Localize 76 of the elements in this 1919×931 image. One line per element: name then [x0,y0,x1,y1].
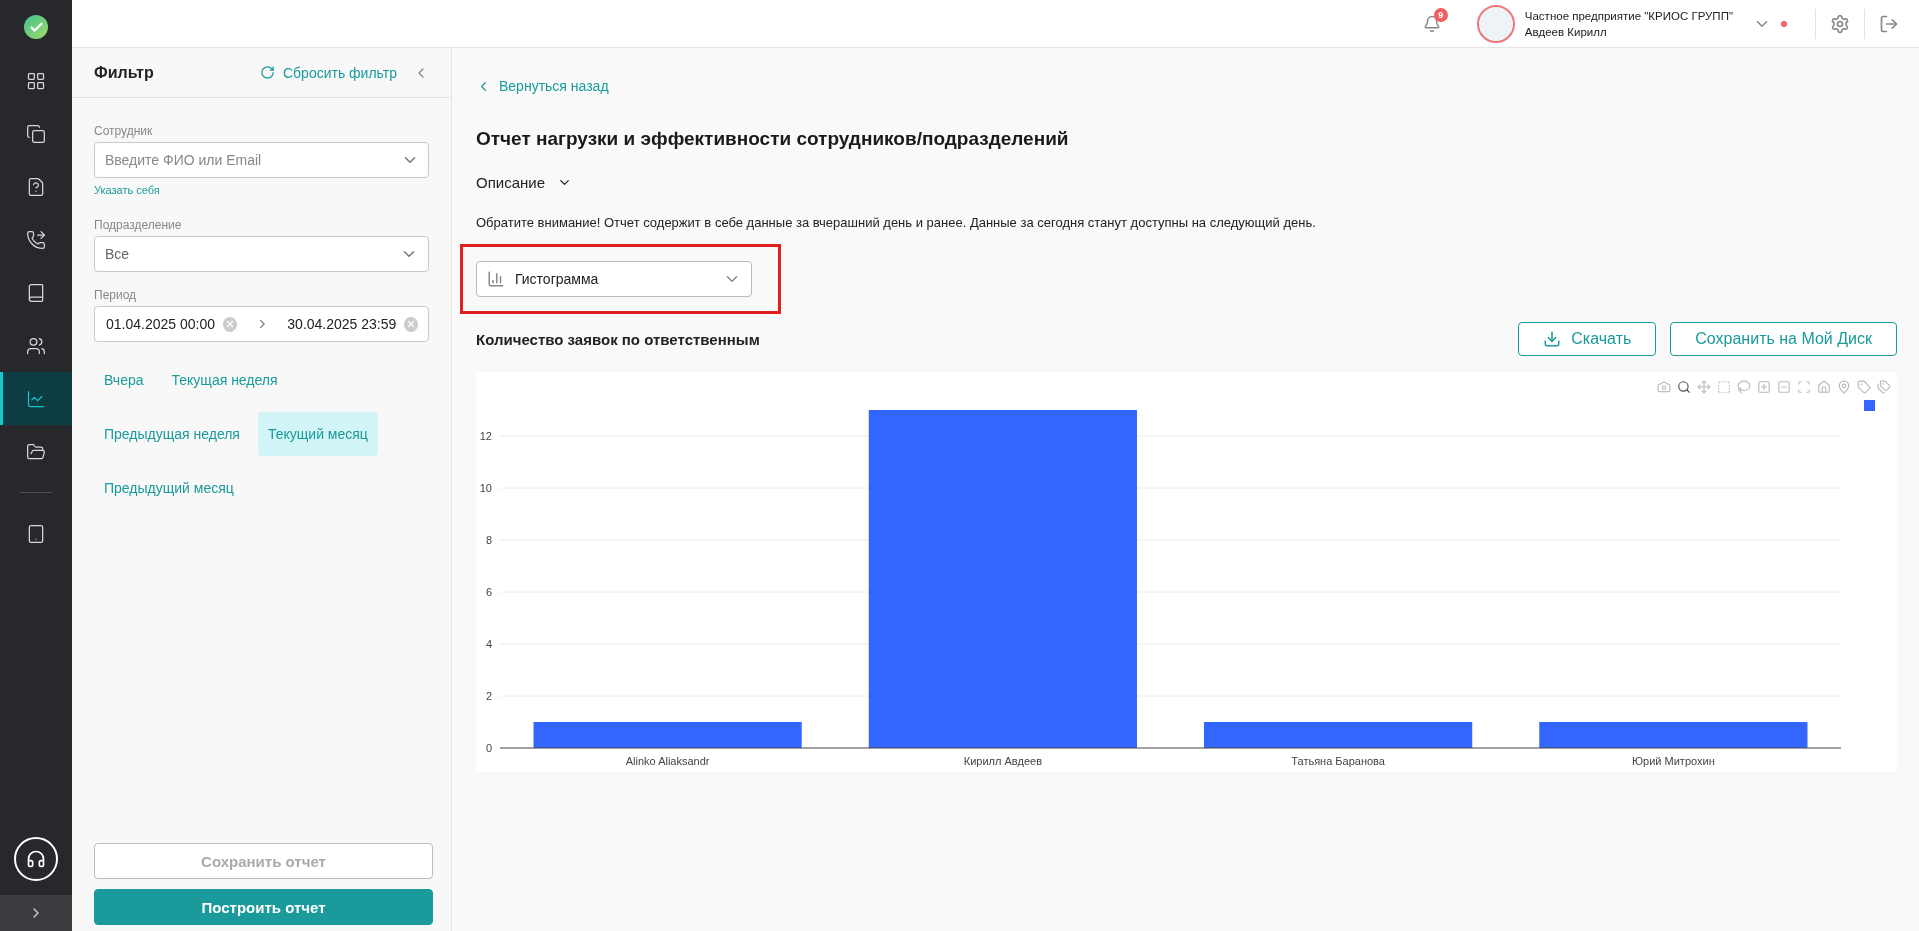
sidebar-item[interactable] [0,372,72,425]
box-select-icon[interactable] [1717,380,1731,394]
period-field[interactable]: 01.04.2025 00:00 30.04.2025 23:59 [94,306,429,342]
period-preset[interactable]: Текущая неделя [161,358,288,402]
notice-text: Обратите внимание! Отчет содержит в себе данные за вчерашний день и ранее. Данные за сегодня станут доступны на следующий день. [476,215,1317,230]
user-name: Авдеев Кирилл [1524,25,1608,38]
page-title: Отчет нагрузки и эффективности сотрудников/подразделений [476,128,1070,150]
save-to-disk-button[interactable]: Сохранить на Мой Диск [1670,322,1897,356]
chart-type-select[interactable]: Гистограмма [476,261,752,297]
headset-icon [26,849,46,869]
legend-swatch [1864,400,1875,411]
department-select[interactable]: Все [94,236,429,272]
filter-title: Фильтр [94,63,155,82]
support-button[interactable] [14,837,58,881]
bar-chart-icon [487,270,505,288]
back-link[interactable]: Вернуться назад [499,78,609,94]
logo[interactable] [24,15,48,39]
period-preset[interactable]: Предыдущая неделя [94,412,250,456]
lasso-icon[interactable] [1737,380,1751,394]
logout-icon[interactable] [1879,13,1899,34]
organization-name: Частное предприятие "КРИОС ГРУПП" [1524,9,1733,22]
spike-icon[interactable] [1837,380,1851,394]
x-tick-label: Татьяна Баранова [1291,755,1385,767]
reset-icon[interactable] [259,65,275,80]
y-tick-label: 10 [479,482,492,494]
y-tick-label: 4 [485,638,492,650]
y-tick-label: 0 [485,742,492,754]
chart-title: Количество заявок по ответственным [476,330,761,348]
field-label: Сотрудник [94,124,154,138]
period-preset[interactable]: Вчера [94,358,154,402]
clear-icon[interactable] [404,316,418,332]
folder-icon [26,441,46,462]
document-question-icon [26,176,46,197]
grid-icon [26,70,46,91]
period-preset[interactable]: Предыдущий месяц [94,466,244,510]
field-label: Подразделение [94,218,183,232]
y-tick-label: 8 [485,534,492,546]
settings-icon[interactable] [1830,13,1850,34]
tablet-icon [26,523,46,544]
period-preset[interactable]: Текущий месяц [257,412,378,456]
autoscale-icon[interactable] [1797,380,1811,394]
bar[interactable] [1539,722,1808,748]
download-button[interactable]: Скачать [1518,322,1657,356]
book-icon [26,282,46,303]
documents-icon [26,123,46,144]
description-toggle[interactable]: Описание [476,174,546,191]
employee-field[interactable]: Введите ФИО или Email [94,142,429,178]
clear-icon[interactable] [223,316,237,332]
x-tick-label: Кирилл Авдеев [963,755,1042,767]
camera-icon[interactable] [1657,380,1671,394]
self-link[interactable]: Указать себя [94,184,160,196]
bell-icon[interactable] [1422,14,1441,33]
pan-icon[interactable] [1697,380,1711,394]
tags-icon[interactable] [1877,380,1891,394]
tag-icon[interactable] [1857,380,1871,394]
zoom-icon[interactable] [1677,380,1691,394]
zoom-in-icon[interactable] [1757,380,1771,394]
bar[interactable] [1204,722,1473,748]
notification-count: 9 [1433,7,1448,22]
download-icon [1543,330,1562,348]
phone-icon [26,229,46,250]
home-icon[interactable] [1817,380,1831,394]
status-dot [1781,20,1787,27]
x-tick-label: Юрий Митрохин [1632,755,1715,767]
y-tick-label: 6 [485,586,492,598]
avatar[interactable] [1476,4,1515,43]
build-report-button[interactable]: Построить отчет [94,889,433,925]
y-tick-label: 2 [485,690,492,702]
x-tick-label: Alinko Aliaksandr [625,755,710,767]
reset-filter-link[interactable]: Сбросить фильтр [282,64,397,81]
zoom-out-icon[interactable] [1777,380,1791,394]
bar[interactable] [533,722,802,748]
users-icon [26,335,46,356]
field-label: Период [94,288,138,302]
line-chart-icon [26,388,46,409]
y-tick-label: 12 [479,430,492,442]
